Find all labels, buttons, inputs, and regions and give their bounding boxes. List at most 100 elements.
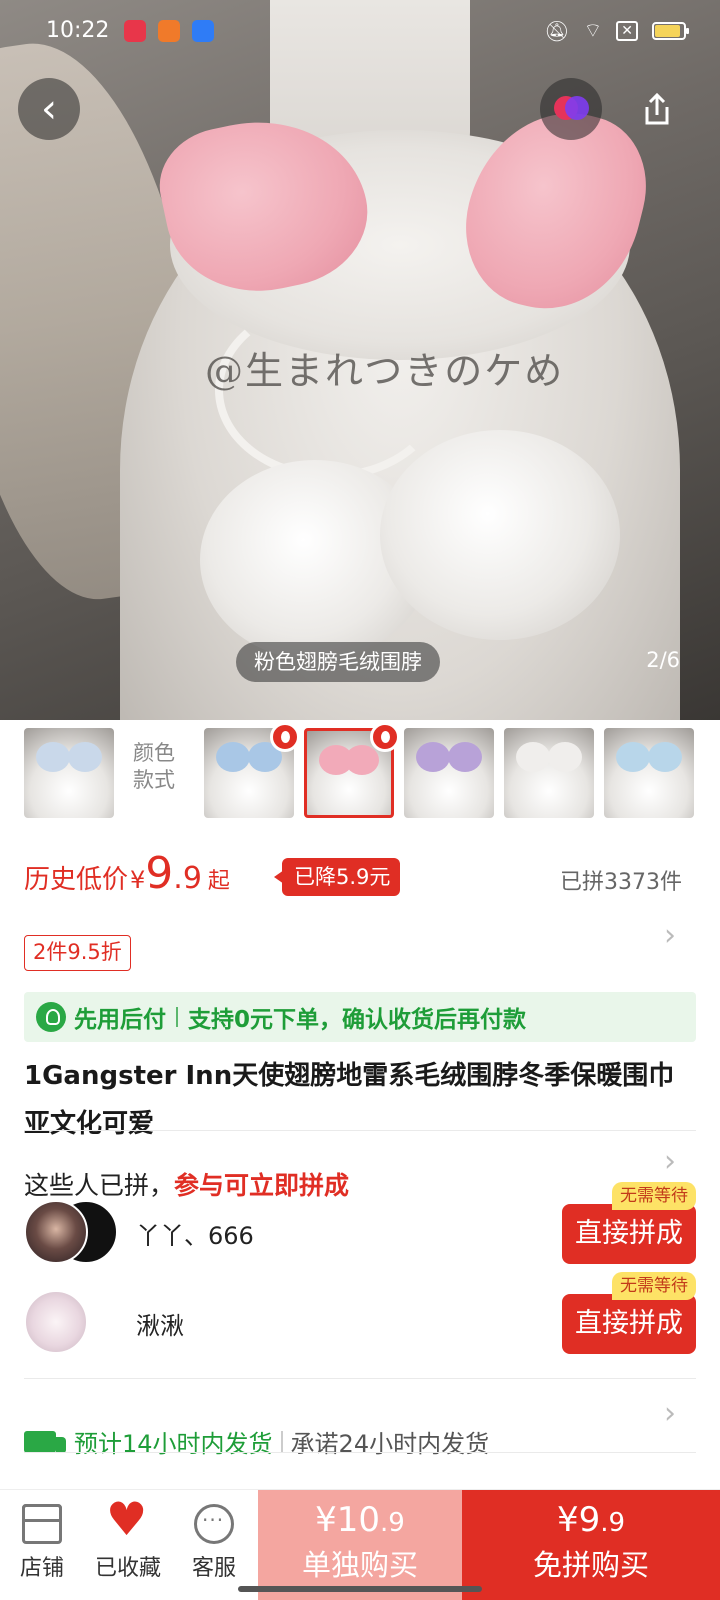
pompom-right-image xyxy=(380,430,620,640)
wing-swatch xyxy=(36,742,70,772)
divider xyxy=(176,1007,178,1027)
pay-later-banner[interactable]: 先用后付 支持0元下单，确认收货后再付款 xyxy=(24,992,696,1042)
divider xyxy=(24,1378,696,1379)
no-wait-badge: 无需等待 xyxy=(612,1182,696,1210)
divider xyxy=(24,1452,696,1453)
group-buy-heading-text: 这些人已拼， xyxy=(24,1171,175,1200)
price-currency: ¥ xyxy=(315,1500,337,1540)
image-page-counter: 2/6 xyxy=(646,648,680,672)
battery-icon xyxy=(652,21,689,40)
price-drop-badge: 已降5.9元 xyxy=(273,858,401,896)
group-member-names: 湫湫 xyxy=(136,1312,184,1340)
shipping-promise: 承诺24小时内发货 xyxy=(290,1430,490,1458)
heart-icon xyxy=(106,1492,148,1546)
sold-count: 已拼3373件 xyxy=(560,870,682,895)
wing-swatch xyxy=(68,742,102,772)
avatar[interactable] xyxy=(24,1200,88,1264)
price-integer: 10 xyxy=(336,1500,381,1540)
wing-swatch xyxy=(416,742,450,772)
status-bar: 10:22 🔕︎ ⌔ ✕ xyxy=(0,0,720,64)
status-time: 10:22 xyxy=(46,18,110,43)
variant-thumbnail[interactable] xyxy=(504,728,594,818)
price-integer: 9 xyxy=(145,848,174,899)
wing-swatch xyxy=(616,742,650,772)
truck-icon xyxy=(24,1430,66,1453)
red-video-app-icon xyxy=(124,20,146,42)
price-suffix: 起 xyxy=(207,869,230,894)
shield-icon xyxy=(36,1002,66,1032)
price-decimal: .9 xyxy=(173,861,202,896)
price-decimal: .9 xyxy=(600,1508,626,1538)
group-buy-row: 丫丫、666 直接拼成 无需等待 xyxy=(24,1182,696,1270)
tab-favorited[interactable]: 已收藏 xyxy=(86,1492,170,1582)
join-group-button[interactable]: 直接拼成 xyxy=(562,1204,696,1264)
price-currency: ¥ xyxy=(556,1500,579,1540)
no-wait-badge: 无需等待 xyxy=(612,1272,696,1300)
variant-thumbnail[interactable] xyxy=(24,728,114,818)
wing-swatch xyxy=(448,742,482,772)
chevron-right-icon[interactable]: › xyxy=(664,1396,676,1431)
pay-later-lead: 先用后付 xyxy=(74,1007,166,1033)
price-label: 历史低价 xyxy=(24,865,129,895)
brand-logo-button[interactable] xyxy=(540,78,602,140)
product-title: 1Gangster Inn天使翅膀地雷系毛绒围脖冬季保暖围巾亚文化可爱 xyxy=(24,1061,675,1139)
tab-store[interactable]: 店铺 xyxy=(0,1504,84,1582)
brand-logo-icon xyxy=(554,92,589,126)
buy-alone-button[interactable]: ¥10.9 单独购买 xyxy=(258,1490,462,1600)
buy-group-price: ¥9.9 xyxy=(462,1500,720,1540)
image-watermark: @生まれつきのケめ xyxy=(205,349,565,393)
buy-alone-price: ¥10.9 xyxy=(258,1500,462,1540)
price-row: 历史低价 ¥ 9 .9 起 xyxy=(24,848,230,908)
group-buy-row: 湫湫 直接拼成 无需等待 xyxy=(24,1272,696,1360)
image-caption: 粉色翅膀毛绒围脖 xyxy=(236,642,440,682)
wing-swatch xyxy=(516,742,550,772)
price-currency: ¥ xyxy=(130,866,146,894)
group-member-names: 丫丫、666 xyxy=(136,1222,254,1250)
blue-app-icon xyxy=(192,20,214,42)
variant-label: 颜色 款式 xyxy=(133,741,175,792)
chevron-right-icon[interactable]: › xyxy=(664,918,676,953)
variant-thumbnail[interactable] xyxy=(404,728,494,818)
wing-swatch xyxy=(648,742,682,772)
tab-label: 店铺 xyxy=(19,1556,64,1581)
share-button[interactable] xyxy=(626,78,688,140)
tab-customer-service[interactable]: 客服 xyxy=(172,1504,256,1582)
divider xyxy=(280,1430,283,1453)
orange-book-app-icon xyxy=(158,20,180,42)
price-decimal: .9 xyxy=(380,1508,405,1538)
sim-off-icon: ✕ xyxy=(616,20,638,41)
store-icon xyxy=(22,1504,62,1544)
group-buy-heading[interactable]: 这些人已拼，参与可立即拼成 xyxy=(24,1166,349,1202)
home-indicator[interactable] xyxy=(238,1586,482,1592)
avatar[interactable] xyxy=(24,1290,88,1354)
tab-label: 客服 xyxy=(191,1556,236,1581)
variant-thumbnail[interactable] xyxy=(604,728,694,818)
wing-swatch xyxy=(345,745,379,775)
wing-swatch xyxy=(548,742,582,772)
divider xyxy=(24,1130,696,1131)
tab-label: 已收藏 xyxy=(94,1556,161,1581)
wing-swatch xyxy=(216,742,250,772)
group-buy-heading-highlight: 参与可立即拼成 xyxy=(174,1171,350,1200)
price-integer: 9 xyxy=(578,1500,601,1540)
buy-alone-label: 单独购买 xyxy=(301,1548,418,1582)
share-icon xyxy=(645,92,669,125)
discount-tag[interactable]: 2件9.5折 xyxy=(24,935,131,971)
chat-icon xyxy=(194,1504,234,1544)
hot-flame-icon xyxy=(370,722,400,752)
back-button[interactable]: ‹ xyxy=(18,78,80,140)
wifi-icon: ⌔ xyxy=(583,18,603,42)
chevron-left-icon: ‹ xyxy=(41,86,57,132)
buy-group-label: 免拼购买 xyxy=(532,1548,649,1582)
variant-thumbnail-strip xyxy=(0,722,720,822)
mute-icon: 🔕︎ xyxy=(544,18,570,43)
chevron-right-icon[interactable]: › xyxy=(664,1144,676,1179)
shipping-row[interactable]: 预计14小时内发货 承诺24小时内发货 xyxy=(24,1424,489,1459)
hot-flame-icon xyxy=(270,722,300,752)
product-image-carousel[interactable]: @生まれつきのケめ 粉色翅膀毛绒围脖 2/6 xyxy=(0,0,720,720)
shipping-estimate: 预计14小时内发货 xyxy=(74,1430,273,1458)
bottom-action-bar: 店铺 已收藏 客服 ¥10.9 单独购买 ¥9.9 免拼购买 xyxy=(0,1489,720,1600)
buy-without-group-button[interactable]: ¥9.9 免拼购买 xyxy=(462,1490,720,1600)
pay-later-detail: 支持0元下单，确认收货后再付款 xyxy=(188,1007,527,1033)
join-group-button[interactable]: 直接拼成 xyxy=(562,1294,696,1354)
